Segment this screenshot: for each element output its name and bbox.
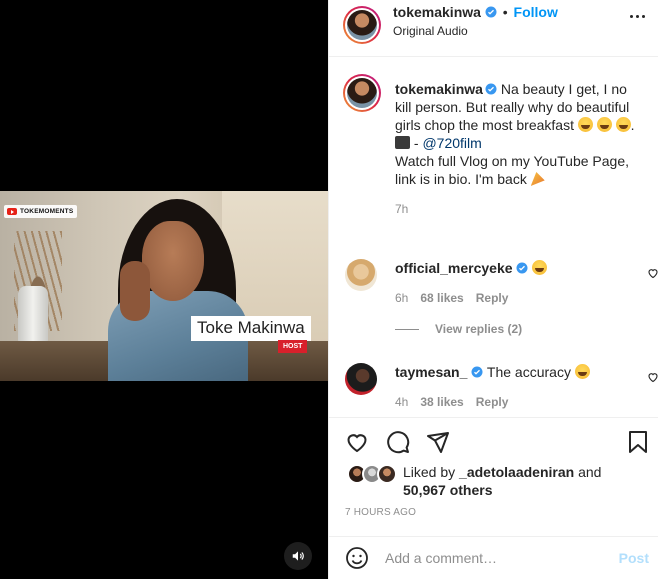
emoji-icon[interactable]	[345, 546, 369, 570]
caption-time[interactable]: 7h	[395, 200, 647, 218]
post-timestamp[interactable]: 7 HOURS AGO	[345, 507, 416, 518]
lower-third-role: HOST	[278, 340, 308, 353]
comment-time[interactable]: 4h	[395, 395, 408, 409]
tears-of-joy-icon	[615, 117, 631, 132]
author-avatar[interactable]	[343, 6, 381, 44]
tears-of-joy-icon	[577, 117, 593, 132]
share-icon[interactable]	[426, 430, 450, 454]
comment-icon[interactable]	[386, 430, 410, 454]
caption-text-2: .	[630, 117, 635, 133]
likes-prefix: Liked by	[403, 464, 460, 480]
host-hand	[120, 261, 150, 321]
post-header: tokemakinwa • Follow Original Audio	[329, 0, 658, 57]
tears-of-joy-icon	[596, 117, 612, 132]
commenter-avatar[interactable]	[345, 363, 377, 395]
comment-body: official_mercyeke	[395, 259, 625, 277]
verified-icon	[516, 262, 528, 274]
comment-time[interactable]: 6h	[395, 291, 408, 305]
channel-badge: TOKEMOMENTS	[4, 205, 78, 218]
add-comment-bar: Add a comment… Post	[329, 536, 658, 579]
likes-middle: and	[574, 464, 602, 480]
verified-icon	[485, 6, 497, 18]
caption-username[interactable]: tokemakinwa	[395, 81, 483, 97]
comment-text: The accuracy	[486, 364, 575, 380]
host-face	[142, 221, 204, 301]
heart-icon[interactable]	[345, 430, 369, 454]
movie-camera-icon	[395, 136, 410, 149]
comment-input[interactable]: Add a comment…	[385, 550, 497, 566]
view-replies-label[interactable]: View replies (2)	[435, 322, 522, 336]
audio-label[interactable]: Original Audio	[393, 24, 468, 38]
channel-badge-label: TOKEMOMENTS	[20, 208, 74, 215]
post-panel: tokemakinwa • Follow Original Audio toke…	[328, 0, 658, 579]
likes-summary: Liked by _adetolaadeniran and 50,967 oth…	[403, 463, 643, 499]
bookmark-icon[interactable]	[627, 430, 649, 454]
volume-button[interactable]	[284, 542, 312, 570]
caption: tokemakinwa Na beauty I get, I no kill p…	[395, 80, 647, 218]
likes-others[interactable]: 50,967 others	[403, 482, 493, 498]
author-username[interactable]: tokemakinwa	[393, 4, 481, 20]
more-options-icon[interactable]	[630, 15, 645, 18]
caption-mention[interactable]: @720film	[422, 135, 481, 151]
view-replies-line	[395, 328, 419, 330]
verified-icon	[485, 83, 497, 95]
youtube-icon	[7, 208, 17, 215]
caption-avatar[interactable]	[343, 74, 381, 112]
background-vase	[18, 286, 48, 344]
follow-button[interactable]: Follow	[514, 4, 558, 20]
view-replies[interactable]: View replies (2)	[395, 322, 522, 336]
party-popper-icon	[530, 172, 545, 186]
video-player[interactable]: TOKEMOMENTS Toke Makinwa HOST	[0, 0, 328, 579]
comment-meta: 4h 38 likes Reply	[395, 395, 508, 409]
tears-of-joy-icon	[532, 260, 548, 275]
commenter-avatar[interactable]	[345, 259, 377, 291]
header-separator: •	[502, 4, 508, 20]
post-button[interactable]: Post	[619, 550, 649, 566]
volume-icon	[292, 551, 304, 561]
comment-likes[interactable]: 68 likes	[420, 291, 463, 305]
author-line: tokemakinwa • Follow	[393, 4, 558, 20]
caption-text-3: Watch full Vlog on my YouTube Page, link…	[395, 153, 629, 187]
comment-like-heart-icon[interactable]	[647, 371, 658, 383]
liker-avatar[interactable]	[377, 464, 397, 484]
comment-reply-button[interactable]: Reply	[476, 395, 509, 409]
caption-dash: -	[410, 135, 423, 151]
comment-username[interactable]: official_mercyeke	[395, 260, 513, 276]
lower-third-name: Toke Makinwa	[191, 316, 311, 341]
comment-body: taymesan_ The accuracy	[395, 363, 625, 381]
comment-reply-button[interactable]: Reply	[476, 291, 509, 305]
comment-like-heart-icon[interactable]	[647, 267, 658, 279]
lower-third: Toke Makinwa HOST	[191, 316, 311, 353]
comment-username[interactable]: taymesan_	[395, 364, 467, 380]
comment-meta: 6h 68 likes Reply	[395, 291, 508, 305]
verified-icon	[471, 366, 483, 378]
tears-of-joy-icon	[574, 364, 590, 379]
likes-first-user[interactable]: _adetolaadeniran	[459, 464, 574, 480]
comment-likes[interactable]: 38 likes	[420, 395, 463, 409]
